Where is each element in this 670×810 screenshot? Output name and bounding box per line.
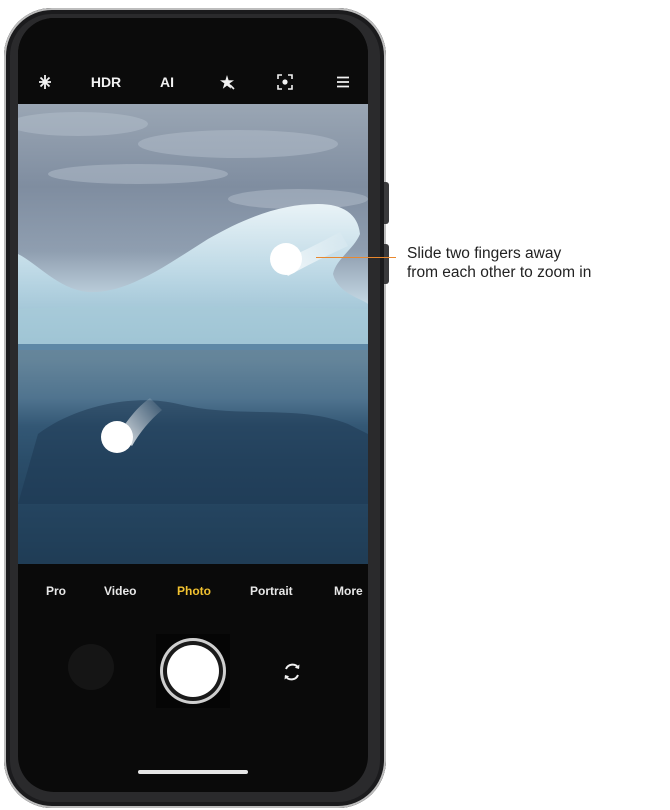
finger-touch-point (101, 421, 133, 453)
mode-portrait[interactable]: Portrait (250, 584, 293, 598)
flash-icon[interactable] (30, 70, 60, 94)
switch-camera-icon[interactable] (280, 660, 304, 684)
camera-viewfinder[interactable] (18, 104, 368, 564)
shutter-inner (167, 645, 219, 697)
mode-pro[interactable]: Pro (46, 584, 66, 598)
menu-icon[interactable] (328, 70, 358, 94)
home-indicator[interactable] (138, 770, 248, 774)
callout-leader-line (316, 257, 396, 258)
beauty-icon[interactable] (212, 70, 242, 94)
mode-video[interactable]: Video (104, 584, 136, 598)
camera-screen: HDR AI Pro Video Photo Portrait More (18, 18, 368, 792)
callout-line-2: from each other to zoom in (407, 264, 592, 281)
mode-photo[interactable]: Photo (177, 584, 211, 598)
finger-touch-point (270, 243, 302, 275)
volume-button (384, 182, 389, 224)
power-button (384, 244, 389, 284)
mode-more[interactable]: More (334, 584, 363, 598)
gallery-thumbnail[interactable] (68, 644, 114, 690)
focus-icon[interactable] (270, 70, 300, 94)
mode-selector: Pro Video Photo Portrait More (18, 584, 368, 614)
shutter-button[interactable] (160, 638, 226, 704)
hdr-button[interactable]: HDR (86, 70, 126, 94)
shutter-area (156, 634, 230, 708)
callout-line-1: Slide two fingers away (407, 245, 562, 262)
camera-toolbar: HDR AI (18, 18, 368, 104)
zoom-instruction: Slide two fingers away from each other t… (407, 244, 669, 282)
ai-button[interactable]: AI (152, 70, 182, 94)
